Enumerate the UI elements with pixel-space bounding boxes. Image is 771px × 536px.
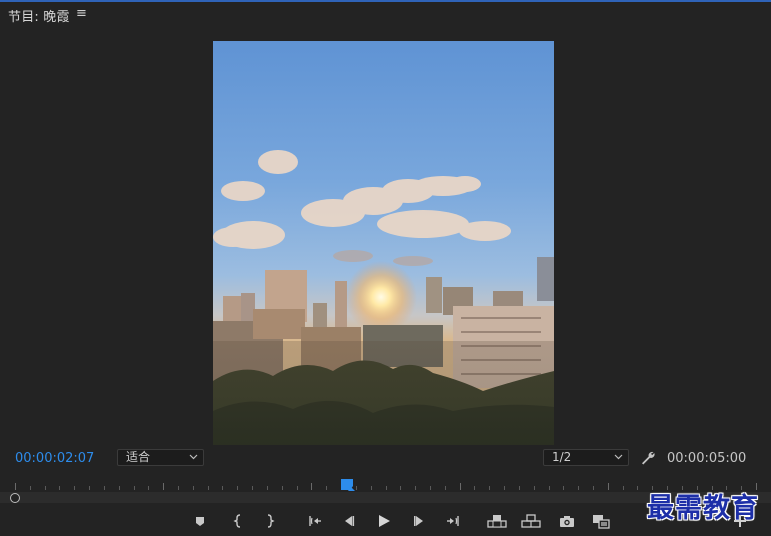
go-to-in-button[interactable] xyxy=(306,512,324,530)
program-monitor-header: 节目: 晚霞 ≡ xyxy=(0,2,771,26)
ruler-tick xyxy=(518,486,520,490)
lift-icon xyxy=(487,515,507,528)
ruler-tick xyxy=(415,486,417,490)
play-icon xyxy=(379,515,390,527)
ruler-tick xyxy=(178,486,180,490)
ruler-tick xyxy=(192,486,194,490)
ruler-tick xyxy=(252,486,254,490)
add-marker-icon xyxy=(196,517,204,526)
ruler-tick xyxy=(133,486,135,490)
zoom-level-select[interactable]: 适合 xyxy=(117,449,204,466)
button-editor-plus-icon[interactable] xyxy=(733,514,747,528)
ruler-tick xyxy=(296,486,298,490)
go-to-out-icon xyxy=(447,516,459,526)
go-to-in-icon xyxy=(309,516,321,526)
ruler-tick xyxy=(326,486,328,490)
ruler-tick xyxy=(29,486,31,490)
ruler-tick xyxy=(118,486,120,490)
ruler-tick xyxy=(592,486,594,490)
chevron-down-icon xyxy=(614,454,623,460)
ruler-tick xyxy=(385,486,387,490)
mark-out-icon xyxy=(267,514,275,528)
ruler-tick xyxy=(148,486,150,490)
export-frame-icon xyxy=(560,516,574,527)
lift-button[interactable] xyxy=(487,512,507,530)
ruler-tick xyxy=(504,486,506,490)
mark-out-button[interactable] xyxy=(261,512,279,530)
step-forward-button[interactable] xyxy=(410,512,428,530)
chevron-down-icon xyxy=(189,454,198,460)
watermark-logo: 最需教育 xyxy=(647,493,759,524)
sunset-cityscape-frame xyxy=(213,41,554,445)
ruler-tick xyxy=(563,486,565,490)
extract-icon xyxy=(521,514,541,528)
ruler-tick xyxy=(474,486,476,490)
play-button[interactable] xyxy=(375,512,393,530)
ruler-tick xyxy=(163,483,165,490)
ruler-tick xyxy=(59,486,61,490)
ruler-tick xyxy=(370,486,372,490)
ruler-tick xyxy=(207,486,209,490)
duration-timecode: 00:00:05:00 xyxy=(667,451,747,466)
mark-in-button[interactable] xyxy=(229,512,247,530)
export-frame-button[interactable] xyxy=(558,512,576,530)
panel-menu-icon[interactable]: ≡ xyxy=(76,6,87,21)
add-marker-button[interactable] xyxy=(191,512,209,530)
playhead-icon[interactable] xyxy=(340,478,356,492)
ruler-tick xyxy=(489,486,491,490)
step-back-button[interactable] xyxy=(340,512,358,530)
comparison-view-icon xyxy=(593,515,610,529)
ruler-tick xyxy=(400,486,402,490)
ruler-tick xyxy=(281,486,283,490)
ruler-tick xyxy=(607,483,609,490)
ruler-tick xyxy=(222,486,224,490)
go-to-out-button[interactable] xyxy=(444,512,462,530)
zoom-scroll-handle[interactable] xyxy=(10,493,20,503)
step-forward-icon xyxy=(414,516,423,526)
ruler-tick xyxy=(533,486,535,490)
ruler-tick xyxy=(637,486,639,490)
ruler-tick xyxy=(266,486,268,490)
ruler-tick xyxy=(548,486,550,490)
ruler-tick xyxy=(89,486,91,490)
comparison-view-button[interactable] xyxy=(591,512,611,530)
mark-in-icon xyxy=(233,514,241,528)
ruler-tick xyxy=(15,483,16,490)
ruler-tick xyxy=(429,486,431,490)
ruler-tick xyxy=(74,486,76,490)
ruler-tick xyxy=(622,486,624,490)
ruler-tick xyxy=(237,486,239,490)
video-frame[interactable] xyxy=(213,41,554,445)
wrench-settings-icon[interactable] xyxy=(640,450,656,466)
program-monitor-viewport[interactable] xyxy=(0,26,771,446)
ruler-tick xyxy=(578,486,580,490)
ruler-tick xyxy=(459,483,461,490)
ruler-tick xyxy=(444,486,446,490)
step-back-icon xyxy=(345,516,355,526)
zoom-level-value: 适合 xyxy=(126,450,151,464)
ruler-tick xyxy=(44,486,46,490)
ruler-tick xyxy=(311,483,313,490)
current-timecode[interactable]: 00:00:02:07 xyxy=(15,451,94,466)
playback-resolution-value: 1/2 xyxy=(552,450,572,464)
extract-button[interactable] xyxy=(521,512,541,530)
playback-resolution-select[interactable]: 1/2 xyxy=(543,449,629,466)
panel-title[interactable]: 节目: 晚霞 xyxy=(8,6,70,25)
ruler-tick xyxy=(103,486,105,490)
